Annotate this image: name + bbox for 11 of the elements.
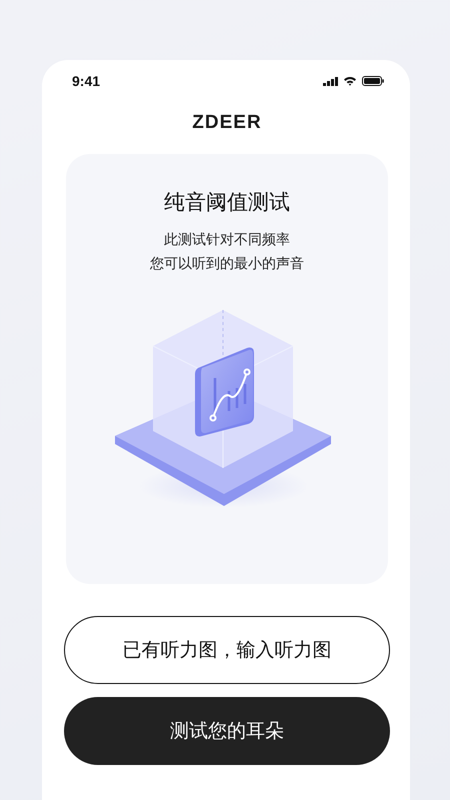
import-audiogram-button[interactable]: 已有听力图，输入听力图 bbox=[64, 616, 390, 684]
description-text: 此测试针对不同频率 bbox=[164, 231, 290, 250]
test-title: 纯音阈值测试 bbox=[164, 189, 290, 216]
wifi-icon bbox=[343, 76, 357, 86]
chart-tile-icon bbox=[195, 348, 254, 436]
description-text: 您可以听到的最小的声音 bbox=[150, 255, 304, 274]
signal-icon bbox=[323, 76, 338, 86]
start-test-button[interactable]: 测试您的耳朵 bbox=[64, 697, 390, 765]
status-time: 9:41 bbox=[72, 73, 100, 89]
app-title: ZDEER bbox=[191, 112, 263, 135]
battery-icon bbox=[362, 76, 384, 86]
